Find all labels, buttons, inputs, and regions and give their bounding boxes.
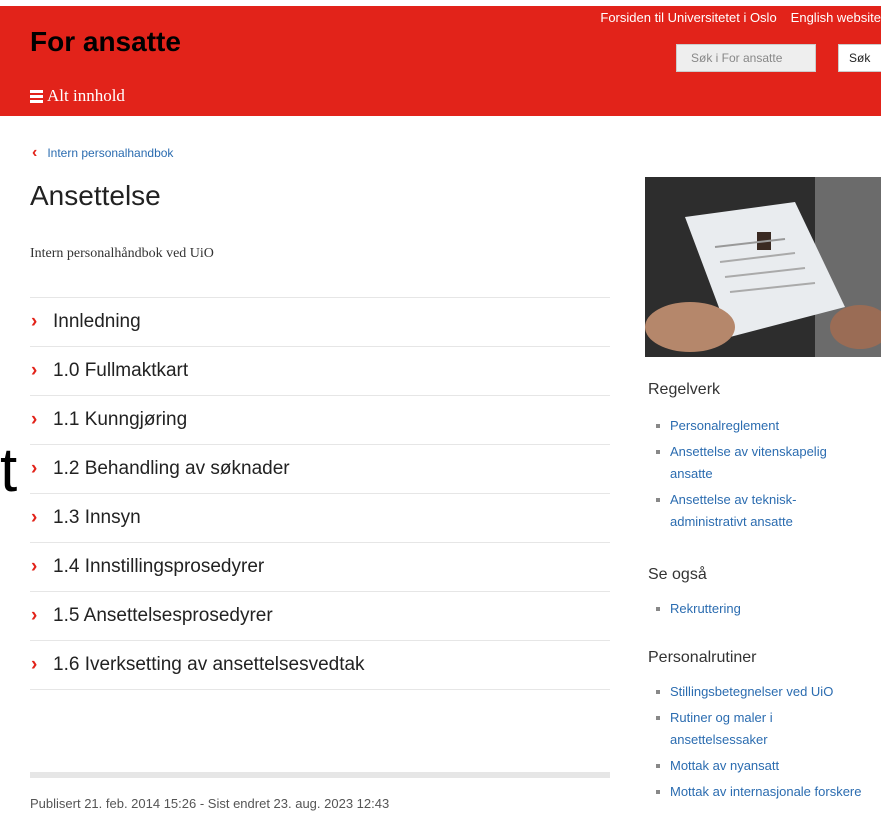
toc-item[interactable]: › 1.2 Behandling av søknader <box>30 444 610 493</box>
all-content-menu-button[interactable]: Alt innhold <box>30 86 125 106</box>
sidebar-section-personalrutiner: Personalrutiner Stillingsbetegnelser ved… <box>648 649 881 803</box>
sidebar-link[interactable]: Rutiner og maler i ansettelsessaker <box>648 707 840 751</box>
search-button[interactable]: Søk <box>838 44 881 72</box>
sidebar-link[interactable]: Mottak av internasjonale forskere <box>648 781 881 803</box>
menu-label: Alt innhold <box>47 86 125 105</box>
toc-item-label: 1.3 Innsyn <box>53 507 141 528</box>
toc-item-label: 1.5 Ansettelsesprosedyrer <box>53 605 273 626</box>
toc-item[interactable]: › 1.4 Innstillingsprosedyrer <box>30 542 610 591</box>
toc-item[interactable]: › 1.6 Iverksetting av ansettelsesvedtak <box>30 640 610 690</box>
page-title: Ansettelse <box>30 180 161 211</box>
sidebar-photo <box>645 177 881 357</box>
toc-item-label: 1.4 Innstillingsprosedyrer <box>53 556 265 577</box>
sidebar-link[interactable]: Ansettelse av vitenskapelig ansatte <box>648 441 870 485</box>
toc-item-label: 1.6 Iverksetting av ansettelsesvedtak <box>53 654 365 675</box>
search-input[interactable] <box>676 44 816 72</box>
toc-item-label: 1.0 Fullmaktkart <box>53 360 189 381</box>
sidebar-heading: Regelverk <box>648 381 721 398</box>
chevron-left-icon: ‹ <box>32 144 38 161</box>
uio-home-link[interactable]: Forsiden til Universitetet i Oslo <box>600 10 776 25</box>
toc-item[interactable]: › 1.3 Innsyn <box>30 493 610 542</box>
sidebar-section-se-ogsa: Se også Rekruttering <box>648 566 881 620</box>
toc-list: › Innledning › 1.0 Fullmaktkart › 1.1 Kunng… <box>30 297 610 690</box>
sidebar-heading: Personalrutiner <box>648 649 757 666</box>
breadcrumb-link[interactable]: Intern personalhandbok <box>47 146 173 160</box>
toc-item[interactable]: › 1.1 Kunngjøring <box>30 395 610 444</box>
chevron-right-icon: › <box>31 458 38 479</box>
chevron-right-icon: › <box>31 311 38 332</box>
cv-document-image <box>645 177 881 357</box>
toc-item[interactable]: › 1.5 Ansettelsesprosedyrer <box>30 591 610 640</box>
chevron-right-icon: › <box>31 654 38 675</box>
chevron-right-icon: › <box>31 556 38 577</box>
cropped-glyph: t <box>0 436 18 505</box>
footer-divider <box>30 772 610 778</box>
publish-meta: Publisert 21. feb. 2014 15:26 - Sist end… <box>30 796 390 811</box>
toc-item-label: 1.1 Kunngjøring <box>53 409 188 430</box>
toc-item-label: 1.2 Behandling av søknader <box>53 458 290 479</box>
hamburger-icon <box>30 88 43 105</box>
sidebar-link[interactable]: Ansettelse av teknisk-administrativt ans… <box>648 489 860 533</box>
toc-item[interactable]: › Innledning <box>30 297 610 346</box>
toc-item[interactable]: › 1.0 Fullmaktkart <box>30 346 610 395</box>
chevron-right-icon: › <box>31 605 38 626</box>
page-lead: Intern personalhåndbok ved UiO <box>30 246 214 261</box>
site-title[interactable]: For ansatte <box>30 26 181 58</box>
breadcrumb[interactable]: ‹ Intern personalhandbok <box>32 144 173 161</box>
sidebar-link[interactable]: Stillingsbetegnelser ved UiO <box>648 681 881 703</box>
chevron-right-icon: › <box>31 409 38 430</box>
sidebar-link[interactable]: Personalreglement <box>648 415 881 437</box>
chevron-right-icon: › <box>31 507 38 528</box>
chevron-right-icon: › <box>31 360 38 381</box>
sidebar-section-regelverk: Regelverk Personalreglement Ansettelse a… <box>648 381 881 533</box>
sidebar-link[interactable]: Rekruttering <box>648 598 881 620</box>
english-website-link[interactable]: English website <box>791 10 881 25</box>
site-header: For ansatte Forsiden til Universitetet i… <box>0 6 881 116</box>
toc-item-label: Innledning <box>53 311 141 332</box>
top-links: Forsiden til Universitetet i Oslo English… <box>586 10 881 25</box>
sidebar-heading: Se også <box>648 566 707 583</box>
sidebar-link[interactable]: Mottak av nyansatt <box>648 755 881 777</box>
